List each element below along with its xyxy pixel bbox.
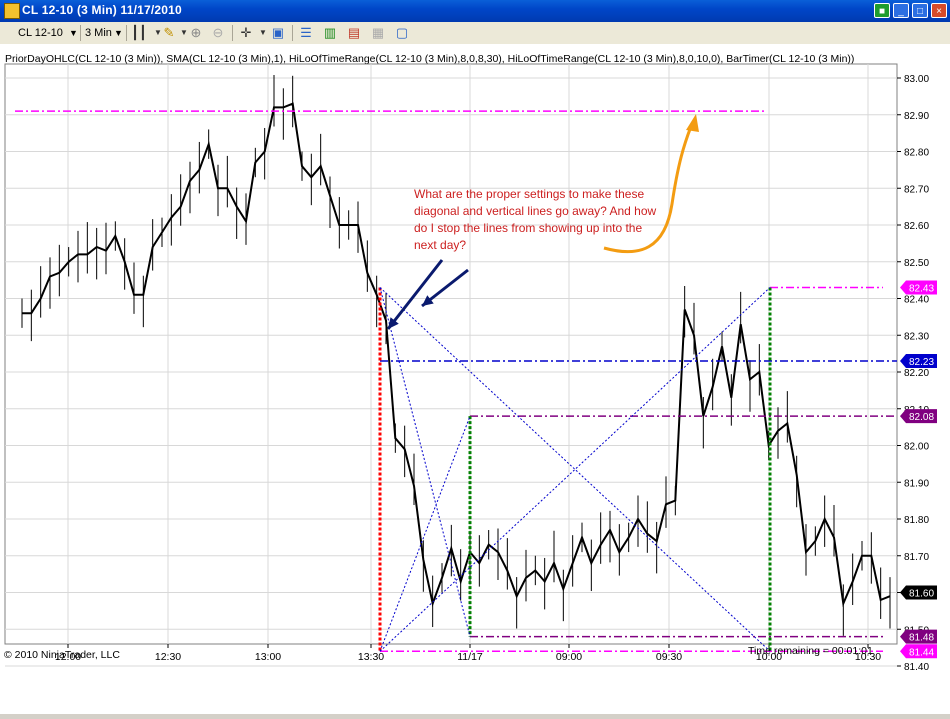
x-tick-label: 12:30 <box>155 651 181 663</box>
y-tick-label: 82.80 <box>904 148 929 159</box>
chevron-down-icon[interactable]: ▼ <box>69 24 78 42</box>
x-tick-label: 11/17 <box>457 651 483 663</box>
y-tick-label: 82.20 <box>904 368 929 379</box>
y-tick-label: 82.90 <box>904 111 929 122</box>
instrument-select[interactable]: CL 12-10 <box>18 24 63 42</box>
bar-timer: Time remaining = 00:01:01 <box>748 645 873 657</box>
chart-panel[interactable]: PriorDayOHLC(CL 12-10 (3 Min)), SMA(CL 1… <box>0 44 950 714</box>
x-tick-label: 13:00 <box>255 651 281 663</box>
price-marker-label: 82.23 <box>909 357 934 368</box>
y-tick-label: 81.80 <box>904 515 929 526</box>
x-tick-label: 13:30 <box>358 651 384 663</box>
price-chart[interactable]: 83.00 82.90 82.80 82.70 82.60 82.50 82.40 82.30… <box>0 44 950 714</box>
y-tick-label: 81.90 <box>904 478 929 489</box>
question-annotation: What are the proper settings to make the… <box>414 187 657 252</box>
copyright: © 2010 NinjaTrader, LLC <box>4 649 120 661</box>
y-tick-label: 82.70 <box>904 184 929 195</box>
minimize-icon[interactable]: _ <box>893 3 909 18</box>
app-icon <box>4 3 20 19</box>
snapshot-icon[interactable]: ▢ <box>394 25 410 41</box>
price-marker-label: 82.43 <box>909 283 934 294</box>
price-marker-label: 82.08 <box>909 412 934 423</box>
properties-icon[interactable]: ☰ <box>298 25 314 41</box>
price-marker-label: 81.48 <box>909 633 934 644</box>
y-tick-label: 82.50 <box>904 258 929 269</box>
y-tick-label: 82.00 <box>904 442 929 453</box>
y-tick-label: 83.00 <box>904 74 929 85</box>
y-tick-label: 82.40 <box>904 295 929 306</box>
data-box-icon[interactable]: ▣ <box>270 25 286 41</box>
y-tick-label: 82.60 <box>904 221 929 232</box>
maximize-icon[interactable]: □ <box>912 3 928 18</box>
y-tick-label: 81.70 <box>904 552 929 563</box>
zoom-out-icon[interactable]: ⊖ <box>210 25 226 41</box>
indicators-icon[interactable]: ▥ <box>322 25 338 41</box>
strategy-icon[interactable]: ▤ <box>346 25 362 41</box>
chevron-down-icon[interactable]: ▼ <box>114 24 123 42</box>
crosshair-icon[interactable]: ✛ <box>238 25 254 41</box>
title-bar: CL 12-10 (3 Min) 11/17/2010 ■ _ □ × <box>0 0 950 22</box>
window-title: CL 12-10 (3 Min) 11/17/2010 <box>22 3 182 17</box>
toolbar: CL 12-10 ▼ 3 Min ▼ ┃┃ ▼ ✎ ▼ ⊕ ⊖ ✛ ▼ ▣ ☰ … <box>0 22 950 45</box>
last-price-label: 81.60 <box>909 589 934 600</box>
interval-select[interactable]: 3 Min <box>85 24 112 42</box>
templates-icon[interactable]: ▦ <box>370 25 386 41</box>
zoom-in-icon[interactable]: ⊕ <box>188 25 204 41</box>
close-icon[interactable]: × <box>931 3 947 18</box>
y-tick-label: 82.30 <box>904 331 929 342</box>
y-tick-label: 81.40 <box>904 662 929 673</box>
chevron-down-icon[interactable]: ▼ <box>255 25 271 41</box>
x-tick-label: 09:00 <box>556 651 582 663</box>
price-marker-label: 81.44 <box>909 647 934 658</box>
x-tick-label: 09:30 <box>656 651 682 663</box>
pencil-icon[interactable]: ✎ <box>161 25 177 41</box>
bar-type-icon[interactable]: ┃┃ <box>131 25 147 41</box>
status-green-icon[interactable]: ■ <box>874 3 890 18</box>
